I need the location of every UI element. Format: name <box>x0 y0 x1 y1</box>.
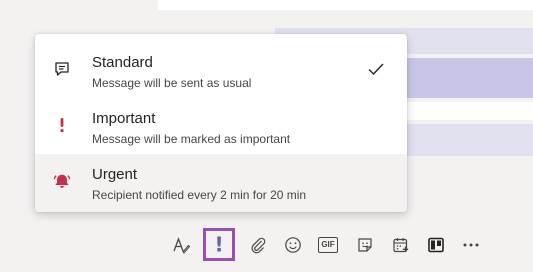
message-icon <box>55 62 69 76</box>
priority-option-important[interactable]: Important Message will be marked as impo… <box>35 90 407 146</box>
option-description: Message will be sent as usual <box>92 76 252 90</box>
exclamation-icon <box>60 118 64 133</box>
priority-icon: ! <box>214 232 224 257</box>
sticker-icon[interactable] <box>356 236 374 254</box>
emoji-icon[interactable] <box>284 236 302 254</box>
chat-background <box>158 0 533 10</box>
schedule-meeting-icon[interactable] <box>392 236 410 254</box>
priority-option-urgent[interactable]: Urgent Recipient notified every 2 min fo… <box>35 154 407 212</box>
option-description: Recipient notified every 2 min for 20 mi… <box>92 188 307 202</box>
priority-button[interactable]: ! <box>203 228 235 261</box>
gif-label: GIF <box>321 240 335 249</box>
option-title: Urgent <box>92 166 138 183</box>
apps-icon[interactable] <box>427 236 445 254</box>
option-description: Message will be marked as important <box>92 132 291 146</box>
checkmark-icon <box>368 63 384 76</box>
gif-icon[interactable]: GIF <box>318 237 338 253</box>
option-title: Standard <box>92 54 153 71</box>
attach-icon[interactable] <box>249 236 267 254</box>
format-icon[interactable] <box>172 236 190 254</box>
option-title: Important <box>92 110 156 127</box>
bell-ringing-icon <box>53 174 71 188</box>
more-options-icon[interactable] <box>462 236 480 254</box>
message-priority-menu: Standard Message will be sent as usual I… <box>35 34 407 212</box>
priority-option-standard[interactable]: Standard Message will be sent as usual <box>35 34 407 90</box>
